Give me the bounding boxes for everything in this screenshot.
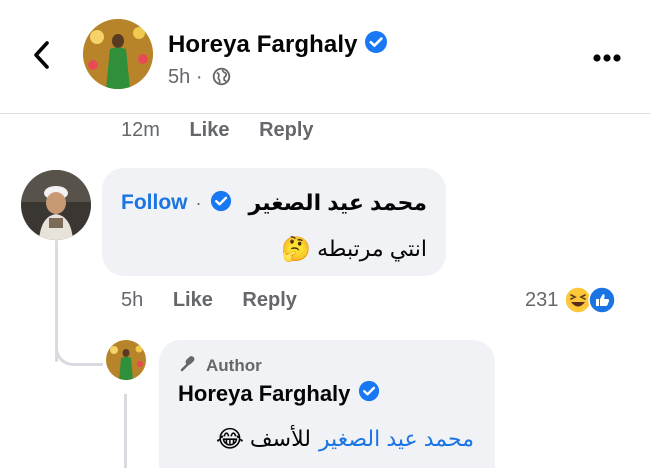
post-author-name[interactable]: Horeya Farghaly [168,30,388,61]
meta-separator: · [195,66,203,88]
author-label: Author [206,355,262,375]
comment-text: انتي مرتبطه [317,236,427,261]
reaction-icons [564,286,617,314]
comment-separator: · [195,192,202,213]
reply-text: للأسف [249,426,311,451]
verified-badge-icon [364,30,388,61]
comment-body: 🤔 انتي مرتبطه [121,232,427,266]
comment-time: 5h [121,289,144,311]
laughing-emoji: 😂 [215,425,244,453]
commenter-name[interactable]: محمد عيد الصغير [249,190,427,216]
post-author-name-text[interactable]: Horeya Farghaly [168,31,358,58]
like-button[interactable]: Like [173,289,213,311]
reply-body: 😂 للأسف محمد عيد الصغير [178,422,474,456]
reply-button[interactable]: Reply [242,289,296,311]
prev-reply-button[interactable]: Reply [259,119,313,141]
post-author-avatar[interactable] [83,19,153,89]
reply-author-avatar[interactable] [106,340,146,380]
back-chevron-icon[interactable] [30,40,54,70]
reaction-count: 231 [525,288,559,311]
reply-thread-line [124,394,127,468]
commenter-verified-icon [210,190,232,217]
reply-author: Horeya Farghaly [178,380,380,407]
post-meta: 5h · [168,66,231,92]
author-badge: Author [178,352,262,379]
prev-comment-time: 12m [121,119,160,141]
globe-icon [212,67,231,92]
thinking-emoji: 🤔 [281,235,312,263]
header-divider [0,113,650,114]
prev-like-button[interactable]: Like [189,119,229,141]
more-options-icon[interactable] [592,50,622,62]
reaction-summary[interactable]: 231 [525,285,617,315]
commenter-avatar[interactable] [21,170,91,240]
haha-reaction-icon [564,286,593,314]
post-time[interactable]: 5h [168,66,190,88]
like-reaction-icon [588,286,617,314]
microphone-icon [178,352,200,379]
comment-actions: 5h Like Reply [121,289,297,312]
reply-author-name[interactable]: Horeya Farghaly [178,381,350,407]
comment-header: Follow · محمد عيد الصغير [121,187,427,219]
reply-mention[interactable]: محمد عيد الصغير [319,426,474,452]
prev-comment-actions: 12m Like Reply [121,119,314,142]
follow-button[interactable]: Follow [121,191,188,215]
thread-connector [55,330,103,366]
reply-verified-icon [358,380,380,407]
